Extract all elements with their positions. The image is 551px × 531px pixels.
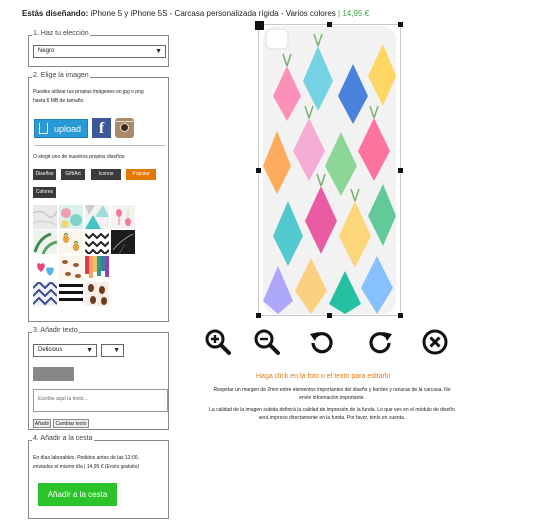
margin-note: Respetar un margen de 2mm entre elemento… <box>182 386 482 402</box>
quality-note: La calidad de la imagen subida definirá … <box>182 406 482 422</box>
step-4-legend: 4. Añadir a la cesta <box>32 435 94 442</box>
quality-note-line-2: será impreso directamente en la funda. P… <box>258 415 406 421</box>
design-header: Estás diseñando: iPhone 5 y iPhone 5S - … <box>22 9 369 18</box>
resize-handle-right[interactable] <box>398 168 403 173</box>
product-name: iPhone 5 y iPhone 5S - Carcasa personali… <box>90 9 336 18</box>
cookies-pattern-thumb[interactable] <box>59 256 83 280</box>
quality-note-line-1: La calidad de la imagen subida definirá … <box>209 407 455 413</box>
resize-handle-left[interactable] <box>256 168 261 173</box>
resize-handle-bottom[interactable] <box>327 313 332 318</box>
zoom-out-icon[interactable] <box>253 328 281 356</box>
paint-drips-thumb[interactable] <box>85 256 109 280</box>
flamingo-pattern-thumb[interactable] <box>111 205 135 229</box>
add-to-cart-button[interactable]: Añadir a la cesta <box>38 483 117 506</box>
category-button-disenos[interactable]: Diseños <box>33 169 56 180</box>
chevron-down-icon: ▼ <box>86 347 93 354</box>
category-button-popular[interactable]: Popular <box>126 169 156 180</box>
upload-button[interactable]: upload <box>34 119 88 138</box>
divider <box>34 145 165 146</box>
font-select-value: Delicious <box>38 347 63 353</box>
geometric-aztec-thumb[interactable] <box>33 282 57 306</box>
text-input[interactable]: Escribe aquí tu texto... <box>33 389 168 412</box>
resize-handle-bottom-left[interactable] <box>256 313 261 318</box>
category-button-colores[interactable]: Colores <box>33 187 56 198</box>
category-button-giftart[interactable]: Gift/Art <box>61 169 85 180</box>
chevron-down-icon: ▼ <box>155 48 162 55</box>
phone-case-preview[interactable] <box>263 26 396 314</box>
designing-label: Estás diseñando: <box>22 9 89 18</box>
step-1-panel: 1. Haz tu elección Negro ▼ <box>28 30 169 67</box>
upload-intro-line-2: hasta 6 MB de tamaño. <box>33 98 85 104</box>
rotate-right-icon[interactable] <box>366 328 394 356</box>
palm-leaves-thumb[interactable] <box>33 230 57 254</box>
zoom-in-icon[interactable] <box>204 328 232 356</box>
step-4-panel: 4. Añadir a la cesta En días laborables.… <box>28 435 169 519</box>
or-choose-text: O elegir uno de nuestros propios diseños… <box>33 154 126 160</box>
resize-handle-bottom-right[interactable] <box>398 313 403 318</box>
watercolor-pineapples-case <box>263 26 396 314</box>
tropical-watercolor-thumb[interactable] <box>59 205 83 229</box>
shipping-line-1: En días laborables. Pedidos antes de las… <box>33 455 139 461</box>
product-price: 14,95 € <box>342 9 370 18</box>
upload-intro-line-1: Puedes utilizar tus propias imágenes en … <box>33 89 144 95</box>
hearts-balloons-thumb[interactable] <box>33 256 57 280</box>
margin-note-line-2: envíe información importante. <box>299 395 365 401</box>
marble-pattern-thumb[interactable] <box>33 205 57 229</box>
color-select-value: Negro <box>38 48 55 54</box>
step-3-panel: 3. Añadir texto Delicious ▼ ▼ Escribe aq… <box>28 327 169 430</box>
chevron-down-icon: ▼ <box>113 347 120 354</box>
header-separator: | <box>338 9 341 18</box>
step-2-panel: 2. Elige la imagen Puedes utilizar tus p… <box>28 72 169 322</box>
black-marble-thumb[interactable] <box>111 230 135 254</box>
upload-icon <box>39 123 48 134</box>
step-1-legend: 1. Haz tu elección <box>32 30 90 37</box>
turquoise-triangles-thumb[interactable] <box>85 205 109 229</box>
pineapple-pattern-thumb[interactable] <box>59 230 83 254</box>
chevron-zigzag-thumb[interactable] <box>85 230 109 254</box>
resize-handle-top-left[interactable] <box>255 21 264 30</box>
font-select[interactable]: Delicious ▼ <box>33 344 97 357</box>
resize-handle-top[interactable] <box>327 22 332 27</box>
step-3-legend: 3. Añadir texto <box>32 327 79 334</box>
facebook-icon[interactable]: f <box>92 118 111 138</box>
delete-icon[interactable] <box>421 328 449 356</box>
black-white-stripes-thumb[interactable] <box>59 282 83 306</box>
step-2-legend: 2. Elige la imagen <box>32 72 90 79</box>
size-select[interactable]: ▼ <box>101 344 124 357</box>
coffee-beans-thumb[interactable] <box>85 282 109 306</box>
upload-intro: Puedes utilizar tus propias imágenes en … <box>33 88 144 106</box>
shipping-info: En días laborables. Pedidos antes de las… <box>33 454 139 472</box>
margin-note-line-1: Respetar un margen de 2mm entre elemento… <box>213 387 451 393</box>
shipping-line-2: enviados el mismo día | 14,95 € (Envío g… <box>33 464 140 470</box>
instagram-icon[interactable] <box>115 118 134 138</box>
edit-hint: Haga click en la foto o el texto para ed… <box>256 373 391 380</box>
color-select[interactable]: Negro ▼ <box>33 45 166 58</box>
change-text-button[interactable]: Cambiar texto <box>53 419 89 428</box>
rotate-left-icon[interactable] <box>308 328 336 356</box>
text-color-swatch[interactable] <box>33 367 74 381</box>
upload-label: upload <box>54 124 82 134</box>
resize-handle-top-right[interactable] <box>398 22 403 27</box>
add-text-button[interactable]: Añadir <box>33 419 51 428</box>
category-button-iconos[interactable]: Iconos <box>91 169 121 180</box>
